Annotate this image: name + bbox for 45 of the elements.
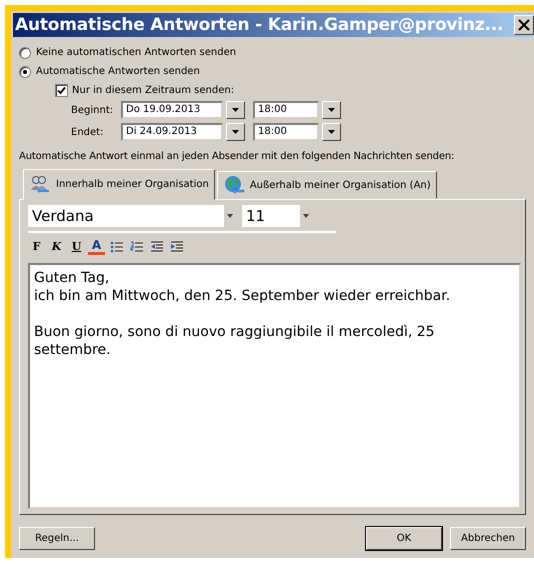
radio-button[interactable] — [19, 66, 31, 78]
font-family-dropdown[interactable]: Verdana — [28, 205, 236, 227]
radio-label[interactable]: Keine automatischen Antworten senden — [36, 47, 236, 58]
underline-button[interactable]: U — [68, 238, 85, 255]
decrease-indent-icon — [150, 240, 164, 253]
time-field[interactable]: 18:00 — [253, 101, 319, 119]
dialog-button[interactable]: OK — [366, 527, 442, 550]
color-button[interactable]: A — [88, 238, 105, 255]
field-label: Beginnt: — [71, 104, 114, 116]
message-text: Guten Tag, — [34, 269, 110, 287]
dropdown-button[interactable] — [322, 101, 341, 119]
tab[interactable]: Außerhalb meiner Organisation (An) — [216, 171, 437, 199]
message-editor[interactable]: Guten Tag, ich bin am Mittwoch, den 25. September wieder erreichbar. Buon giorno, sono di nuovo raggiungibile il mercoledì, 25 settembre. — [28, 263, 521, 509]
field-label: Endet: — [71, 126, 104, 138]
close-icon — [517, 18, 531, 32]
dropdown-arrow-icon — [232, 108, 239, 112]
increase-indent-icon — [170, 240, 184, 253]
checkbox[interactable] — [55, 84, 68, 96]
date-field[interactable]: Di 24.09.2013 — [121, 123, 223, 141]
numbered-list-icon — [130, 240, 144, 253]
time-field[interactable]: 18:00 — [253, 123, 319, 141]
radio-button[interactable] — [19, 46, 31, 58]
people-arrow-icon — [29, 174, 51, 194]
dialog-button[interactable]: Abbrechen — [450, 527, 526, 550]
dropdown-button[interactable] — [226, 101, 245, 119]
italic-button[interactable]: K — [48, 238, 65, 255]
dialog-button[interactable]: Regeln... — [19, 527, 95, 550]
message-text: Buon giorno, sono di nuovo raggiungibile il mercoledì, 25 settembre. — [34, 323, 436, 359]
globe-arrow-icon — [222, 175, 245, 195]
dropdown-arrow-icon — [328, 108, 335, 112]
close-button[interactable] — [514, 15, 534, 35]
dropdown-arrow-icon — [232, 130, 239, 134]
window-title: Automatische Antworten - Karin.Gamper@provinz... — [15, 15, 504, 35]
dropdown-button[interactable] — [322, 123, 341, 141]
message-text: ich bin am Mittwoch, den 25. September wieder erreichbar. — [34, 287, 452, 305]
tab[interactable]: Innerhalb meiner Organisation — [23, 169, 215, 200]
bullet-list-icon — [110, 240, 124, 253]
instruction-text: Automatische Antwort einmal an jeden Absender mit den folgenden Nachrichten senden: — [19, 151, 456, 162]
radio-label[interactable]: Automatische Antworten senden — [36, 66, 200, 77]
font-size-dropdown[interactable]: 11 — [242, 205, 312, 227]
bold-button[interactable]: F — [28, 238, 45, 255]
date-field[interactable]: Do 19.09.2013 — [121, 101, 223, 119]
dropdown-arrow-icon — [328, 130, 335, 134]
dropdown-button[interactable] — [226, 123, 245, 141]
checkbox-label[interactable]: Nur in diesem Zeitraum senden: — [72, 84, 234, 96]
